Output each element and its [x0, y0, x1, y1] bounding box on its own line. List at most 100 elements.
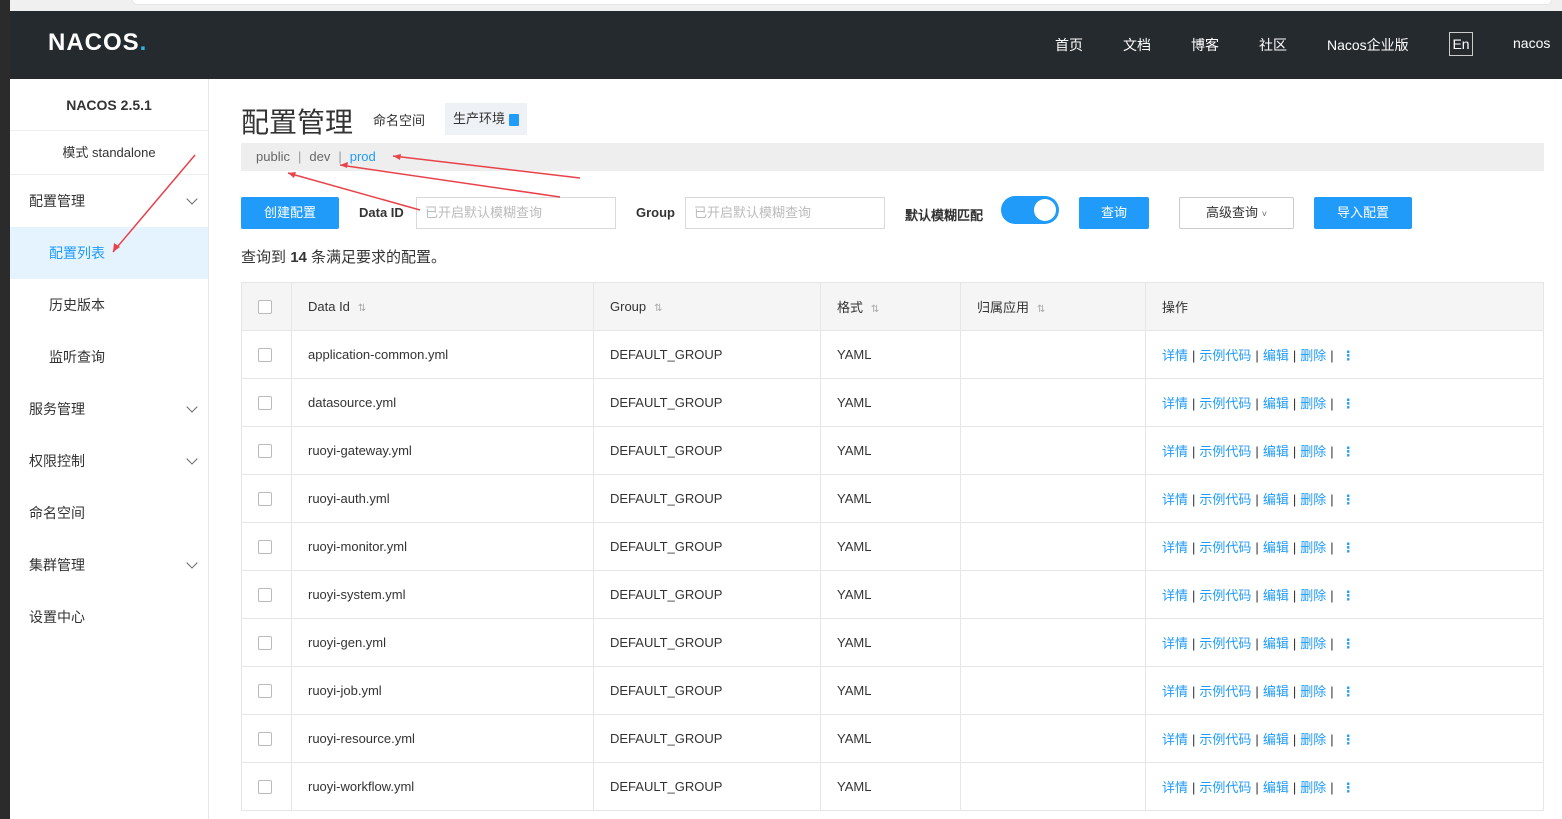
nav-enterprise[interactable]: Nacos企业版	[1327, 35, 1409, 55]
column-header-dataid[interactable]: Data Id ⇅	[291, 282, 594, 331]
import-config-button[interactable]: 导入配置	[1314, 197, 1412, 229]
select-all-checkbox[interactable]	[258, 300, 272, 315]
row-checkbox[interactable]	[258, 732, 272, 747]
sidebar-item-cluster-management[interactable]: 集群管理	[10, 539, 208, 591]
sidebar-item-config-list[interactable]: 配置列表	[10, 227, 208, 279]
action-sample-code[interactable]: 示例代码	[1199, 444, 1251, 459]
row-checkbox[interactable]	[258, 396, 272, 411]
action-edit[interactable]: 编辑	[1263, 348, 1289, 363]
action-detail[interactable]: 详情	[1162, 396, 1188, 411]
nav-home[interactable]: 首页	[1055, 35, 1083, 55]
user-menu[interactable]: nacos	[1513, 35, 1550, 51]
column-header-format[interactable]: 格式 ⇅	[820, 282, 961, 331]
sidebar-item-listener-query[interactable]: 监听查询	[10, 331, 208, 383]
row-checkbox[interactable]	[258, 636, 272, 651]
action-detail[interactable]: 详情	[1162, 684, 1188, 699]
namespace-dev[interactable]: dev	[309, 149, 330, 164]
row-checkbox[interactable]	[258, 684, 272, 699]
action-edit[interactable]: 编辑	[1263, 732, 1289, 747]
sort-icon[interactable]: ⇅	[358, 303, 366, 314]
sidebar-item-history[interactable]: 历史版本	[10, 279, 208, 331]
fuzzy-toggle[interactable]	[1001, 196, 1059, 224]
action-detail[interactable]: 详情	[1162, 348, 1188, 363]
action-delete[interactable]: 删除	[1300, 492, 1326, 507]
nav-blog[interactable]: 博客	[1191, 35, 1219, 55]
action-sample-code[interactable]: 示例代码	[1199, 540, 1251, 555]
group-input[interactable]: 已开启默认模糊查询	[685, 197, 885, 229]
sidebar-item-config-management[interactable]: 配置管理	[10, 175, 208, 227]
more-icon[interactable]: ⋮	[1342, 636, 1355, 652]
action-sample-code[interactable]: 示例代码	[1199, 588, 1251, 603]
action-edit[interactable]: 编辑	[1263, 636, 1289, 651]
action-detail[interactable]: 详情	[1162, 732, 1188, 747]
action-sample-code[interactable]: 示例代码	[1199, 636, 1251, 651]
action-sample-code[interactable]: 示例代码	[1199, 684, 1251, 699]
row-checkbox[interactable]	[258, 348, 272, 363]
action-delete[interactable]: 删除	[1300, 732, 1326, 747]
row-checkbox[interactable]	[258, 492, 272, 507]
action-sample-code[interactable]: 示例代码	[1199, 780, 1251, 795]
action-edit[interactable]: 编辑	[1263, 540, 1289, 555]
more-icon[interactable]: ⋮	[1342, 396, 1355, 412]
action-edit[interactable]: 编辑	[1263, 444, 1289, 459]
action-detail[interactable]: 详情	[1162, 636, 1188, 651]
action-sample-code[interactable]: 示例代码	[1199, 396, 1251, 411]
action-edit[interactable]: 编辑	[1263, 588, 1289, 603]
action-delete[interactable]: 删除	[1300, 396, 1326, 411]
action-delete[interactable]: 删除	[1300, 636, 1326, 651]
sidebar-item-namespace[interactable]: 命名空间	[10, 487, 208, 539]
action-detail[interactable]: 详情	[1162, 444, 1188, 459]
action-delete[interactable]: 删除	[1300, 540, 1326, 555]
action-delete[interactable]: 删除	[1300, 780, 1326, 795]
row-checkbox[interactable]	[258, 780, 272, 795]
row-checkbox[interactable]	[258, 588, 272, 603]
action-delete[interactable]: 删除	[1300, 684, 1326, 699]
more-icon[interactable]: ⋮	[1342, 540, 1355, 556]
create-config-button[interactable]: 创建配置	[241, 197, 339, 229]
action-delete[interactable]: 删除	[1300, 348, 1326, 363]
sort-icon[interactable]: ⇅	[1037, 304, 1045, 315]
more-icon[interactable]: ⋮	[1342, 444, 1355, 460]
sidebar-item-access-control[interactable]: 权限控制	[10, 435, 208, 487]
copy-icon[interactable]	[509, 113, 520, 126]
action-delete[interactable]: 删除	[1300, 588, 1326, 603]
namespace-prod[interactable]: prod	[350, 149, 376, 164]
sidebar-item-label: 服务管理	[29, 401, 85, 417]
sidebar-item-settings[interactable]: 设置中心	[10, 591, 208, 643]
more-icon[interactable]: ⋮	[1342, 348, 1355, 364]
search-button[interactable]: 查询	[1079, 197, 1149, 229]
sort-icon[interactable]: ⇅	[871, 304, 879, 315]
action-edit[interactable]: 编辑	[1263, 396, 1289, 411]
column-header-app[interactable]: 归属应用 ⇅	[960, 282, 1146, 331]
row-checkbox[interactable]	[258, 444, 272, 459]
more-icon[interactable]: ⋮	[1342, 684, 1355, 700]
chevron-down-icon	[186, 193, 198, 205]
nacos-logo[interactable]: NACOS.	[48, 29, 147, 57]
dataid-input[interactable]: 已开启默认模糊查询	[416, 197, 616, 229]
action-edit[interactable]: 编辑	[1263, 684, 1289, 699]
advanced-search-button[interactable]: 高级查询 ˅	[1179, 197, 1294, 229]
action-edit[interactable]: 编辑	[1263, 492, 1289, 507]
sort-icon[interactable]: ⇅	[654, 303, 662, 314]
more-icon[interactable]: ⋮	[1342, 588, 1355, 604]
nav-community[interactable]: 社区	[1259, 35, 1287, 55]
action-sample-code[interactable]: 示例代码	[1199, 492, 1251, 507]
namespace-public[interactable]: public	[256, 149, 290, 164]
cell-format: YAML	[820, 570, 961, 619]
action-detail[interactable]: 详情	[1162, 492, 1188, 507]
column-header-group[interactable]: Group ⇅	[593, 282, 821, 331]
more-icon[interactable]: ⋮	[1342, 780, 1355, 796]
action-detail[interactable]: 详情	[1162, 588, 1188, 603]
row-checkbox[interactable]	[258, 540, 272, 555]
action-detail[interactable]: 详情	[1162, 780, 1188, 795]
language-switch[interactable]: En	[1449, 32, 1473, 56]
action-detail[interactable]: 详情	[1162, 540, 1188, 555]
sidebar-item-service-management[interactable]: 服务管理	[10, 383, 208, 435]
action-delete[interactable]: 删除	[1300, 444, 1326, 459]
nav-docs[interactable]: 文档	[1123, 35, 1151, 55]
more-icon[interactable]: ⋮	[1342, 492, 1355, 508]
action-sample-code[interactable]: 示例代码	[1199, 732, 1251, 747]
action-sample-code[interactable]: 示例代码	[1199, 348, 1251, 363]
action-edit[interactable]: 编辑	[1263, 780, 1289, 795]
more-icon[interactable]: ⋮	[1342, 732, 1355, 748]
